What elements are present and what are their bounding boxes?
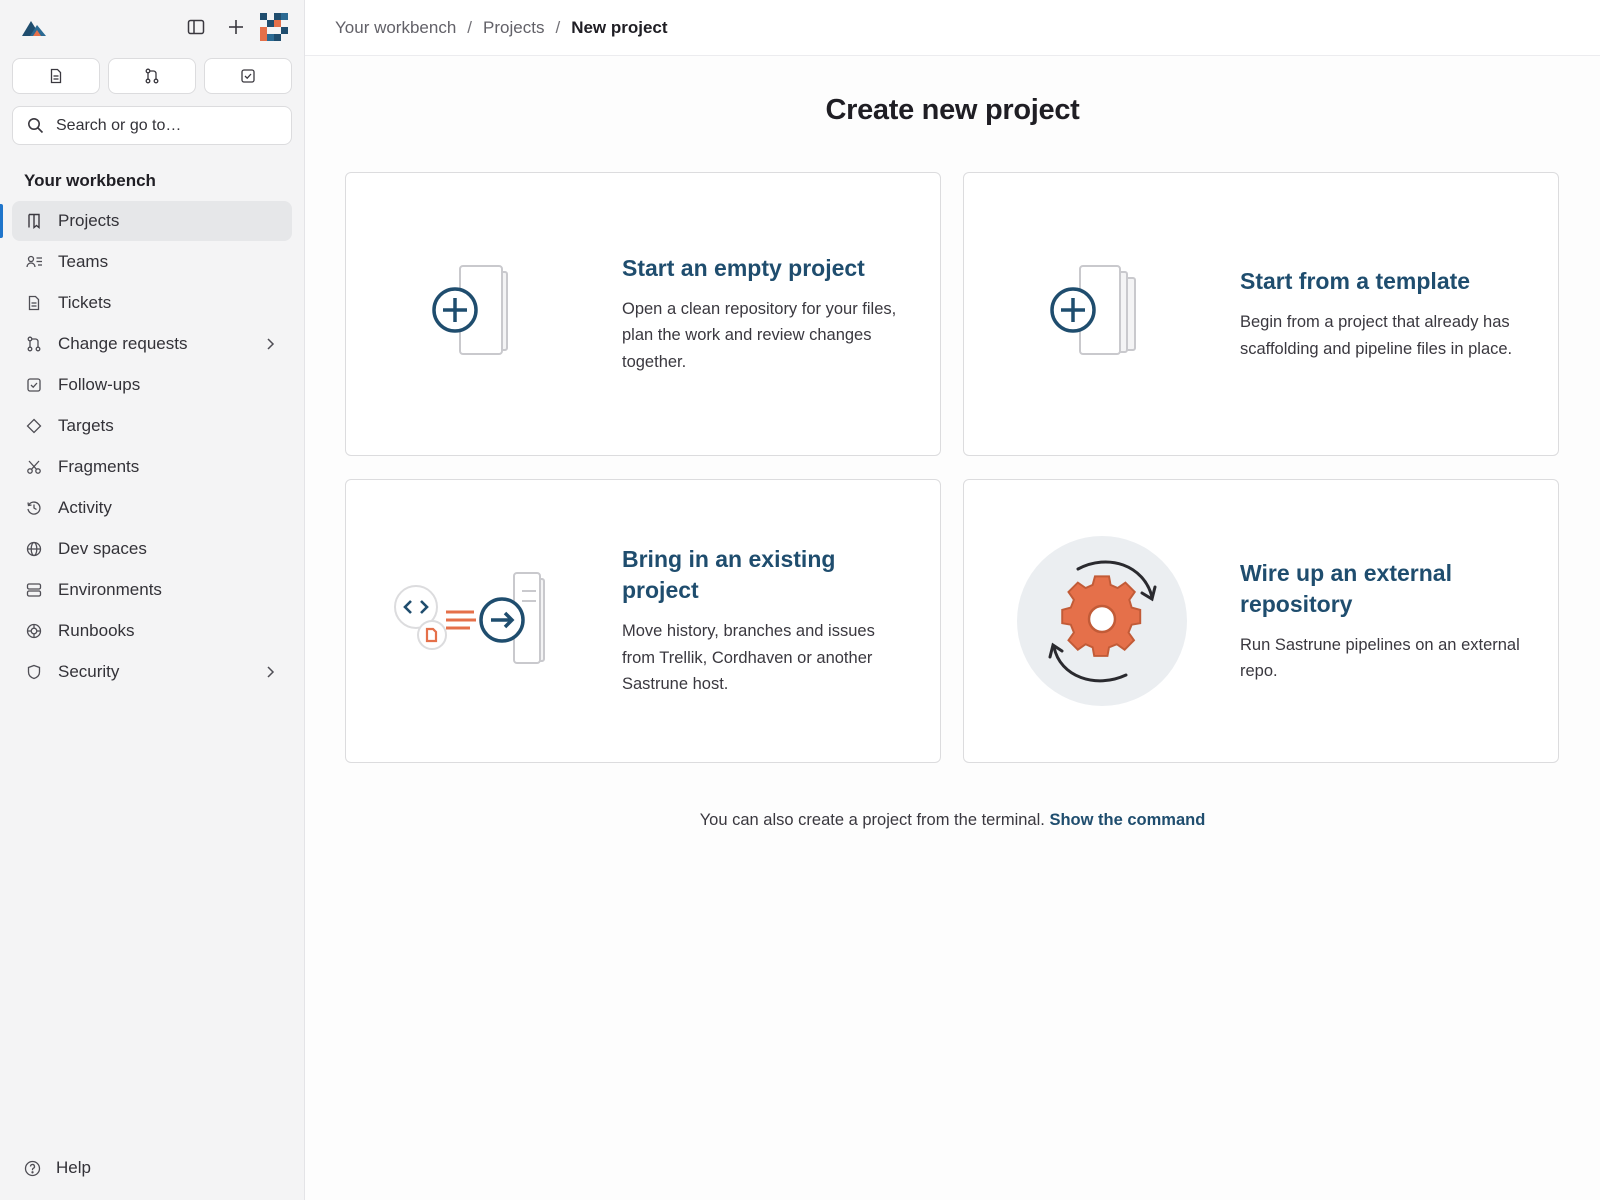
mountain-logo-icon[interactable] <box>20 13 48 41</box>
card-external-repo[interactable]: Wire up an external repository Run Sastr… <box>963 479 1559 763</box>
history-icon <box>25 499 43 517</box>
users-icon <box>25 253 43 271</box>
sidebar-top-actions <box>180 11 288 43</box>
breadcrumb-separator: / <box>555 17 561 37</box>
card-description: Run Sastrune pipelines on an external re… <box>1240 635 1520 681</box>
merge-request-icon[interactable] <box>108 58 196 94</box>
card-title: Wire up an external repository <box>1240 559 1452 617</box>
sidebar-item-change-requests[interactable]: Change requests <box>12 324 292 364</box>
scissors-icon <box>25 458 43 476</box>
card-description: Open a clean repository for your files, … <box>622 299 897 371</box>
checkbox-icon <box>25 376 43 394</box>
sidebar-section-title: Your workbench <box>24 171 156 190</box>
sidebar-item-security[interactable]: Security <box>12 652 292 692</box>
breadcrumb-separator: / <box>467 17 473 37</box>
sidebar-item-projects[interactable]: Projects <box>0 201 292 241</box>
project-options-grid: Start an empty project Open a clean repo… <box>305 172 1600 763</box>
merge-request-icon <box>25 335 43 353</box>
card-title: Start an empty project <box>622 254 865 281</box>
external-repo-gear-illustration <box>964 480 1240 762</box>
document-icon <box>25 294 43 312</box>
sidebar-item-fragments[interactable]: Fragments <box>12 447 292 487</box>
card-title: Start from a template <box>1240 268 1471 294</box>
search-input[interactable]: Search or go to… <box>12 106 292 145</box>
avatar-pixel-icon[interactable] <box>260 13 288 41</box>
card-empty-project[interactable]: Start an empty project Open a clean repo… <box>345 172 941 456</box>
card-body: Start from a template Begin from a proje… <box>1240 266 1558 362</box>
card-title: Bring in an existing project <box>622 546 836 604</box>
terminal-note-text: You can also create a project from the t… <box>699 811 1045 829</box>
sidebar-item-runbooks[interactable]: Runbooks <box>12 611 292 651</box>
sidebar-nav: Projects Teams Tickets Change requests F… <box>0 201 304 692</box>
help-icon <box>24 1160 41 1176</box>
bookmark-icon <box>25 212 43 230</box>
card-description: Move history, branches and issues from T… <box>622 622 875 694</box>
sidebar-item-tickets[interactable]: Tickets <box>12 283 292 323</box>
diamond-icon <box>25 417 43 435</box>
chevron-right-icon <box>262 336 278 352</box>
help-label: Help <box>56 1158 91 1177</box>
terminal-note: You can also create a project from the t… <box>305 811 1600 830</box>
sidebar-item-follow-ups[interactable]: Follow-ups <box>12 365 292 405</box>
blank-project-illustration <box>346 173 622 455</box>
chevron-right-icon <box>262 664 278 680</box>
sidebar-quick-actions <box>0 54 304 94</box>
sidebar-item-targets[interactable]: Targets <box>12 406 292 446</box>
panel-toggle-icon[interactable] <box>180 11 212 43</box>
lifebuoy-icon <box>25 622 43 640</box>
todo-check-icon[interactable] <box>204 58 292 94</box>
breadcrumb: Your workbench / Projects / New project <box>305 0 1600 56</box>
breadcrumb-new-project: New project <box>571 17 668 37</box>
sidebar: Search or go to… Your workbench Projects… <box>0 0 305 1200</box>
card-body: Wire up an external repository Run Sastr… <box>1240 558 1558 685</box>
template-project-illustration <box>964 173 1240 455</box>
card-template-project[interactable]: Start from a template Begin from a proje… <box>963 172 1559 456</box>
sidebar-item-dev-spaces[interactable]: Dev spaces <box>12 529 292 569</box>
breadcrumb-workbench[interactable]: Your workbench <box>335 18 456 38</box>
plus-icon[interactable] <box>220 11 252 43</box>
sidebar-item-environments[interactable]: Environments <box>12 570 292 610</box>
search-placeholder: Search or go to… <box>56 116 182 134</box>
search-icon <box>28 118 44 134</box>
card-body: Bring in an existing project Move histor… <box>622 544 940 698</box>
ticket-icon[interactable] <box>12 58 100 94</box>
shield-icon <box>25 663 43 681</box>
card-body: Start an empty project Open a clean repo… <box>622 253 940 376</box>
page-title: Create new project <box>825 94 1080 126</box>
globe-icon <box>25 540 43 558</box>
main-content: Your workbench / Projects / New project … <box>305 0 1600 1200</box>
sidebar-header <box>0 0 304 54</box>
breadcrumb-projects[interactable]: Projects <box>483 18 544 38</box>
import-project-illustration <box>346 480 622 762</box>
card-description: Begin from a project that already has sc… <box>1240 313 1513 358</box>
sidebar-item-activity[interactable]: Activity <box>12 488 292 528</box>
show-command-link[interactable]: Show the command <box>1049 811 1205 829</box>
server-icon <box>25 581 43 599</box>
card-import-project[interactable]: Bring in an existing project Move histor… <box>345 479 941 763</box>
sidebar-item-teams[interactable]: Teams <box>12 242 292 282</box>
help-button[interactable]: Help <box>24 1158 91 1178</box>
